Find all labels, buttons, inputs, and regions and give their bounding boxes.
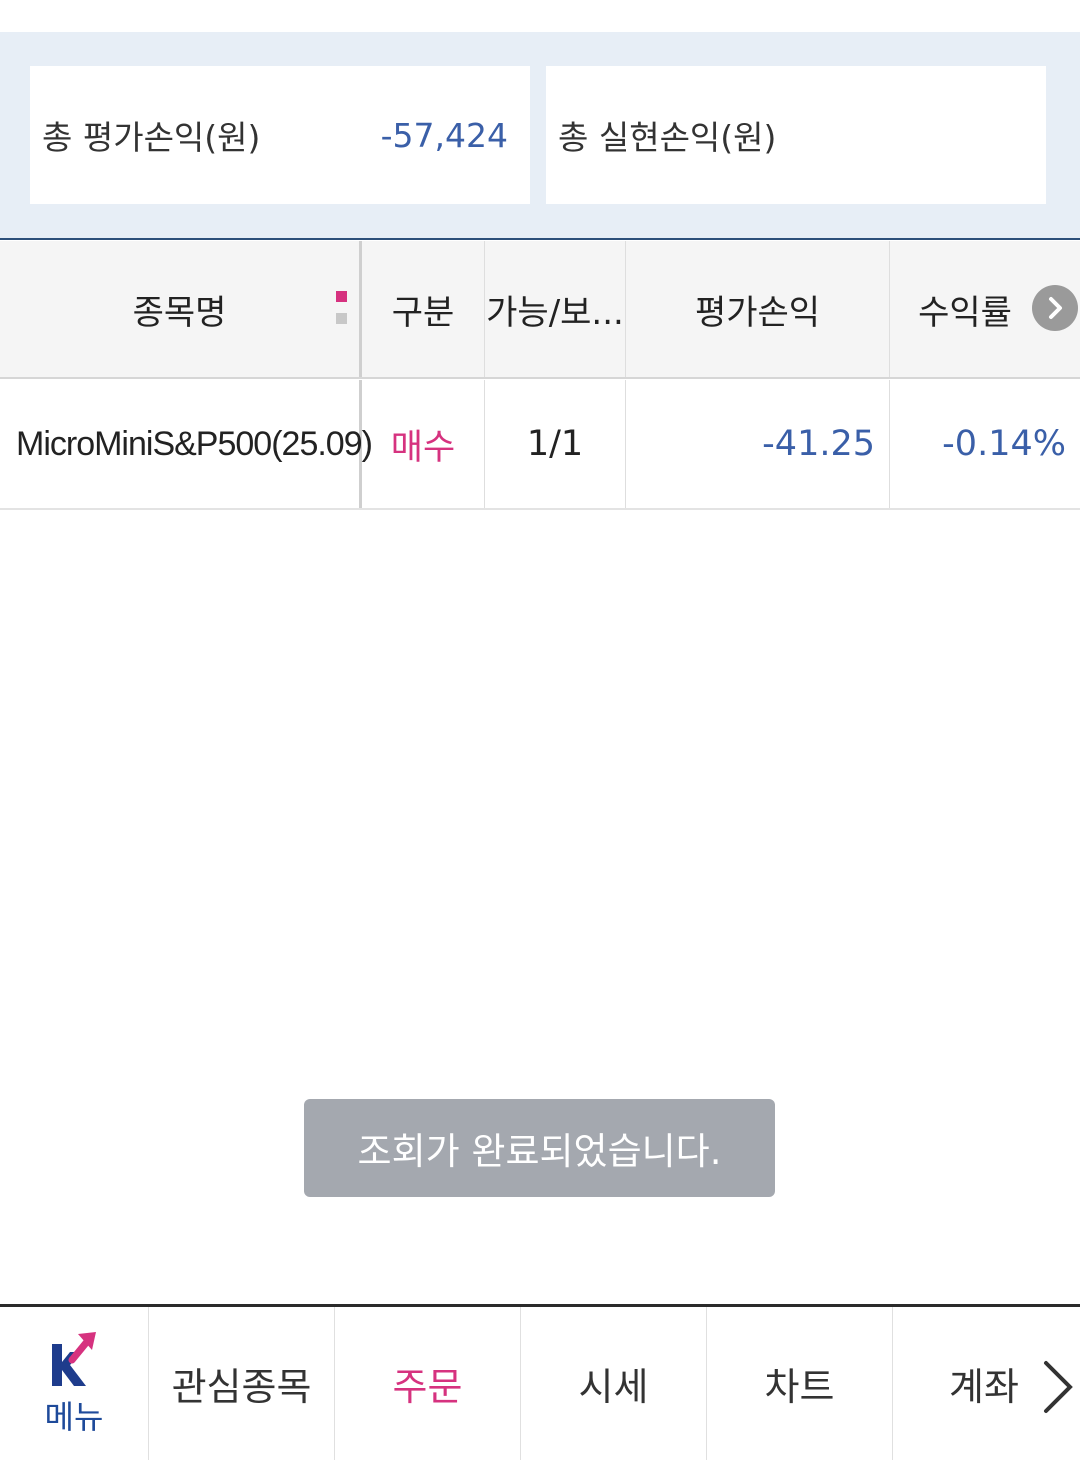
header-pl-label: 평가손익: [694, 292, 821, 333]
toast-message: 조회가 완료되었습니다.: [304, 1099, 775, 1197]
total-evaluation-box: 총 평가손익(원) -57,424: [30, 66, 530, 204]
header-qty-label: 가능/보...: [486, 292, 624, 333]
total-evaluation-value: -57,424: [380, 115, 508, 155]
nav-menu-label: 메뉴: [44, 1397, 104, 1436]
positions-table-header: 종목명 구분 가능/보... 평가손익 수익률: [0, 241, 1080, 379]
sort-indicator-icon[interactable]: [336, 291, 348, 325]
nav-order[interactable]: 주문: [335, 1307, 521, 1460]
next-columns-icon[interactable]: [1032, 285, 1078, 331]
bottom-nav: 메뉴 관심종목 주문 시세 차트 계좌: [0, 1304, 1080, 1460]
nav-chart[interactable]: 차트: [707, 1307, 893, 1460]
chevron-right-icon[interactable]: [1040, 1359, 1076, 1415]
nav-quote[interactable]: 시세: [521, 1307, 707, 1460]
total-realized-label: 총 실현손익(원): [558, 118, 777, 157]
k-logo-icon: [52, 1331, 96, 1386]
nav-menu-button[interactable]: 메뉴: [0, 1307, 149, 1460]
header-rate-label: 수익률: [918, 292, 1012, 333]
header-qty: 가능/보...: [485, 241, 626, 377]
row-type: 매수: [362, 380, 485, 508]
table-row[interactable]: MicroMiniS&P500(25.09) 매수 1/1 -41.25 -0.…: [0, 380, 1080, 510]
total-realized-box: 총 실현손익(원): [546, 66, 1046, 204]
header-name-label: 종목명: [132, 292, 227, 333]
header-name[interactable]: 종목명: [0, 241, 362, 377]
profit-summary-panel: 총 평가손익(원) -57,424 총 실현손익(원): [0, 32, 1080, 240]
header-pl: 평가손익: [626, 241, 890, 377]
header-type-label: 구분: [391, 292, 455, 333]
total-evaluation-label: 총 평가손익(원): [42, 118, 261, 157]
header-type: 구분: [362, 241, 485, 377]
row-name: MicroMiniS&P500(25.09): [0, 380, 373, 508]
nav-favorites[interactable]: 관심종목: [149, 1307, 335, 1460]
row-rate: -0.14%: [942, 424, 1066, 464]
row-pl: -41.25: [626, 380, 890, 508]
row-qty: 1/1: [485, 380, 626, 508]
